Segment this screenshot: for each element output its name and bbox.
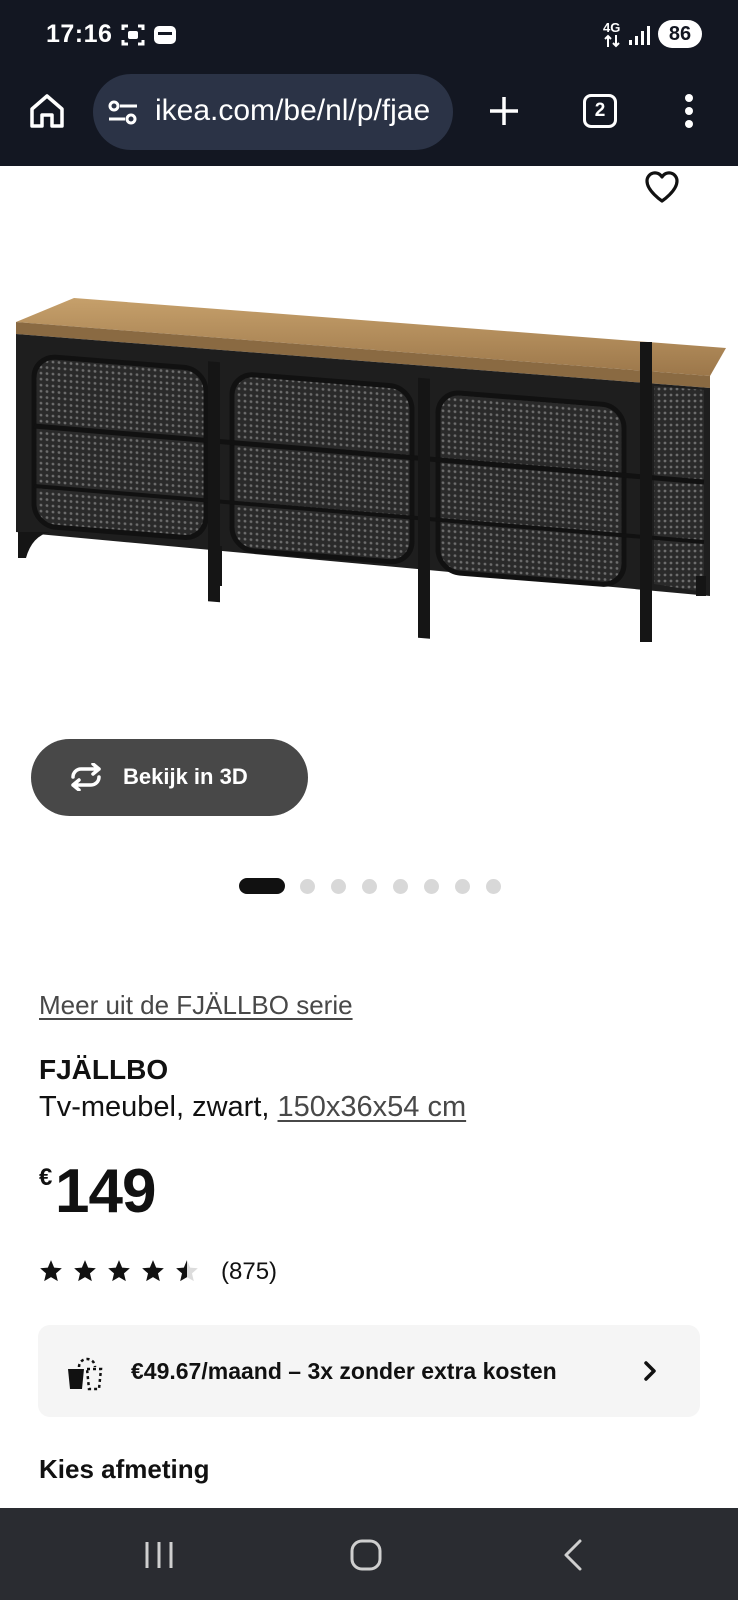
- address-bar[interactable]: ikea.com/be/nl/p/fjae: [93, 74, 453, 150]
- star-icon: [108, 1260, 130, 1282]
- financing-text: €49.67/maand – 3x zonder extra kosten: [131, 1358, 557, 1384]
- view-3d-label: Bekijk in 3D: [123, 764, 248, 789]
- message-icon: [154, 26, 176, 44]
- battery-indicator: 86: [658, 20, 702, 48]
- installment-cup-icon: [68, 1357, 103, 1391]
- price-currency: €: [39, 1164, 53, 1191]
- site-settings-icon[interactable]: [107, 99, 139, 127]
- product-description: Tv-meubel, zwart, 150x36x54 cm: [39, 1091, 466, 1124]
- carousel-dot[interactable]: [362, 879, 377, 894]
- cabinet-door: [31, 354, 209, 540]
- rotate-3d-icon: [71, 763, 101, 791]
- status-bar: 17:16 4G 86: [0, 0, 738, 70]
- view-3d-button[interactable]: Bekijk in 3D: [31, 739, 308, 816]
- cabinet-door: [229, 372, 415, 565]
- carousel-dot[interactable]: [393, 879, 408, 894]
- carousel-dot[interactable]: [300, 879, 315, 894]
- choose-size-heading: Kies afmeting: [39, 1454, 210, 1484]
- data-arrows-icon: [604, 34, 620, 48]
- chevron-right-icon: [644, 1361, 656, 1381]
- system-navigation-bar: [0, 1508, 738, 1600]
- home-icon[interactable]: [28, 93, 66, 129]
- price-amount: 149: [55, 1157, 156, 1226]
- series-link[interactable]: Meer uit de FJÄLLBO serie: [39, 990, 353, 1021]
- product-name: FJÄLLBO: [39, 1054, 169, 1085]
- browser-chrome: 17:16 4G 86 ikea.com/be/nl/p/fjae 2: [0, 0, 738, 166]
- tab-switcher-button[interactable]: 2: [583, 94, 617, 128]
- url-text[interactable]: ikea.com/be/nl/p/fjae: [155, 94, 440, 128]
- carousel-dot[interactable]: [331, 879, 346, 894]
- financing-banner[interactable]: €49.67/maand – 3x zonder extra kosten: [38, 1325, 700, 1417]
- star-icon: [142, 1260, 164, 1282]
- dimensions-link[interactable]: 150x36x54 cm: [278, 1091, 467, 1123]
- screenshot-icon: [121, 24, 145, 46]
- signal-icon: [629, 26, 650, 45]
- half-star-icon: [176, 1260, 198, 1282]
- back-icon[interactable]: [562, 1538, 584, 1572]
- status-time: 17:16: [46, 20, 113, 48]
- product-image[interactable]: [14, 296, 726, 656]
- review-count[interactable]: (875): [221, 1258, 277, 1286]
- star-icon: [40, 1260, 62, 1282]
- network-type-icon: 4G: [603, 20, 621, 35]
- star-icon: [74, 1260, 96, 1282]
- product-type: Tv-meubel, zwart,: [39, 1091, 278, 1123]
- recent-apps-icon[interactable]: [143, 1540, 175, 1570]
- carousel-dot[interactable]: [455, 879, 470, 894]
- carousel-dot-active[interactable]: [239, 878, 285, 894]
- more-options-icon[interactable]: [683, 93, 695, 129]
- carousel-dot[interactable]: [424, 879, 439, 894]
- home-button-icon[interactable]: [349, 1538, 383, 1572]
- new-tab-icon[interactable]: [487, 94, 521, 128]
- carousel-dot[interactable]: [486, 879, 501, 894]
- cabinet-door: [435, 390, 627, 587]
- favorite-heart-icon[interactable]: [644, 170, 680, 204]
